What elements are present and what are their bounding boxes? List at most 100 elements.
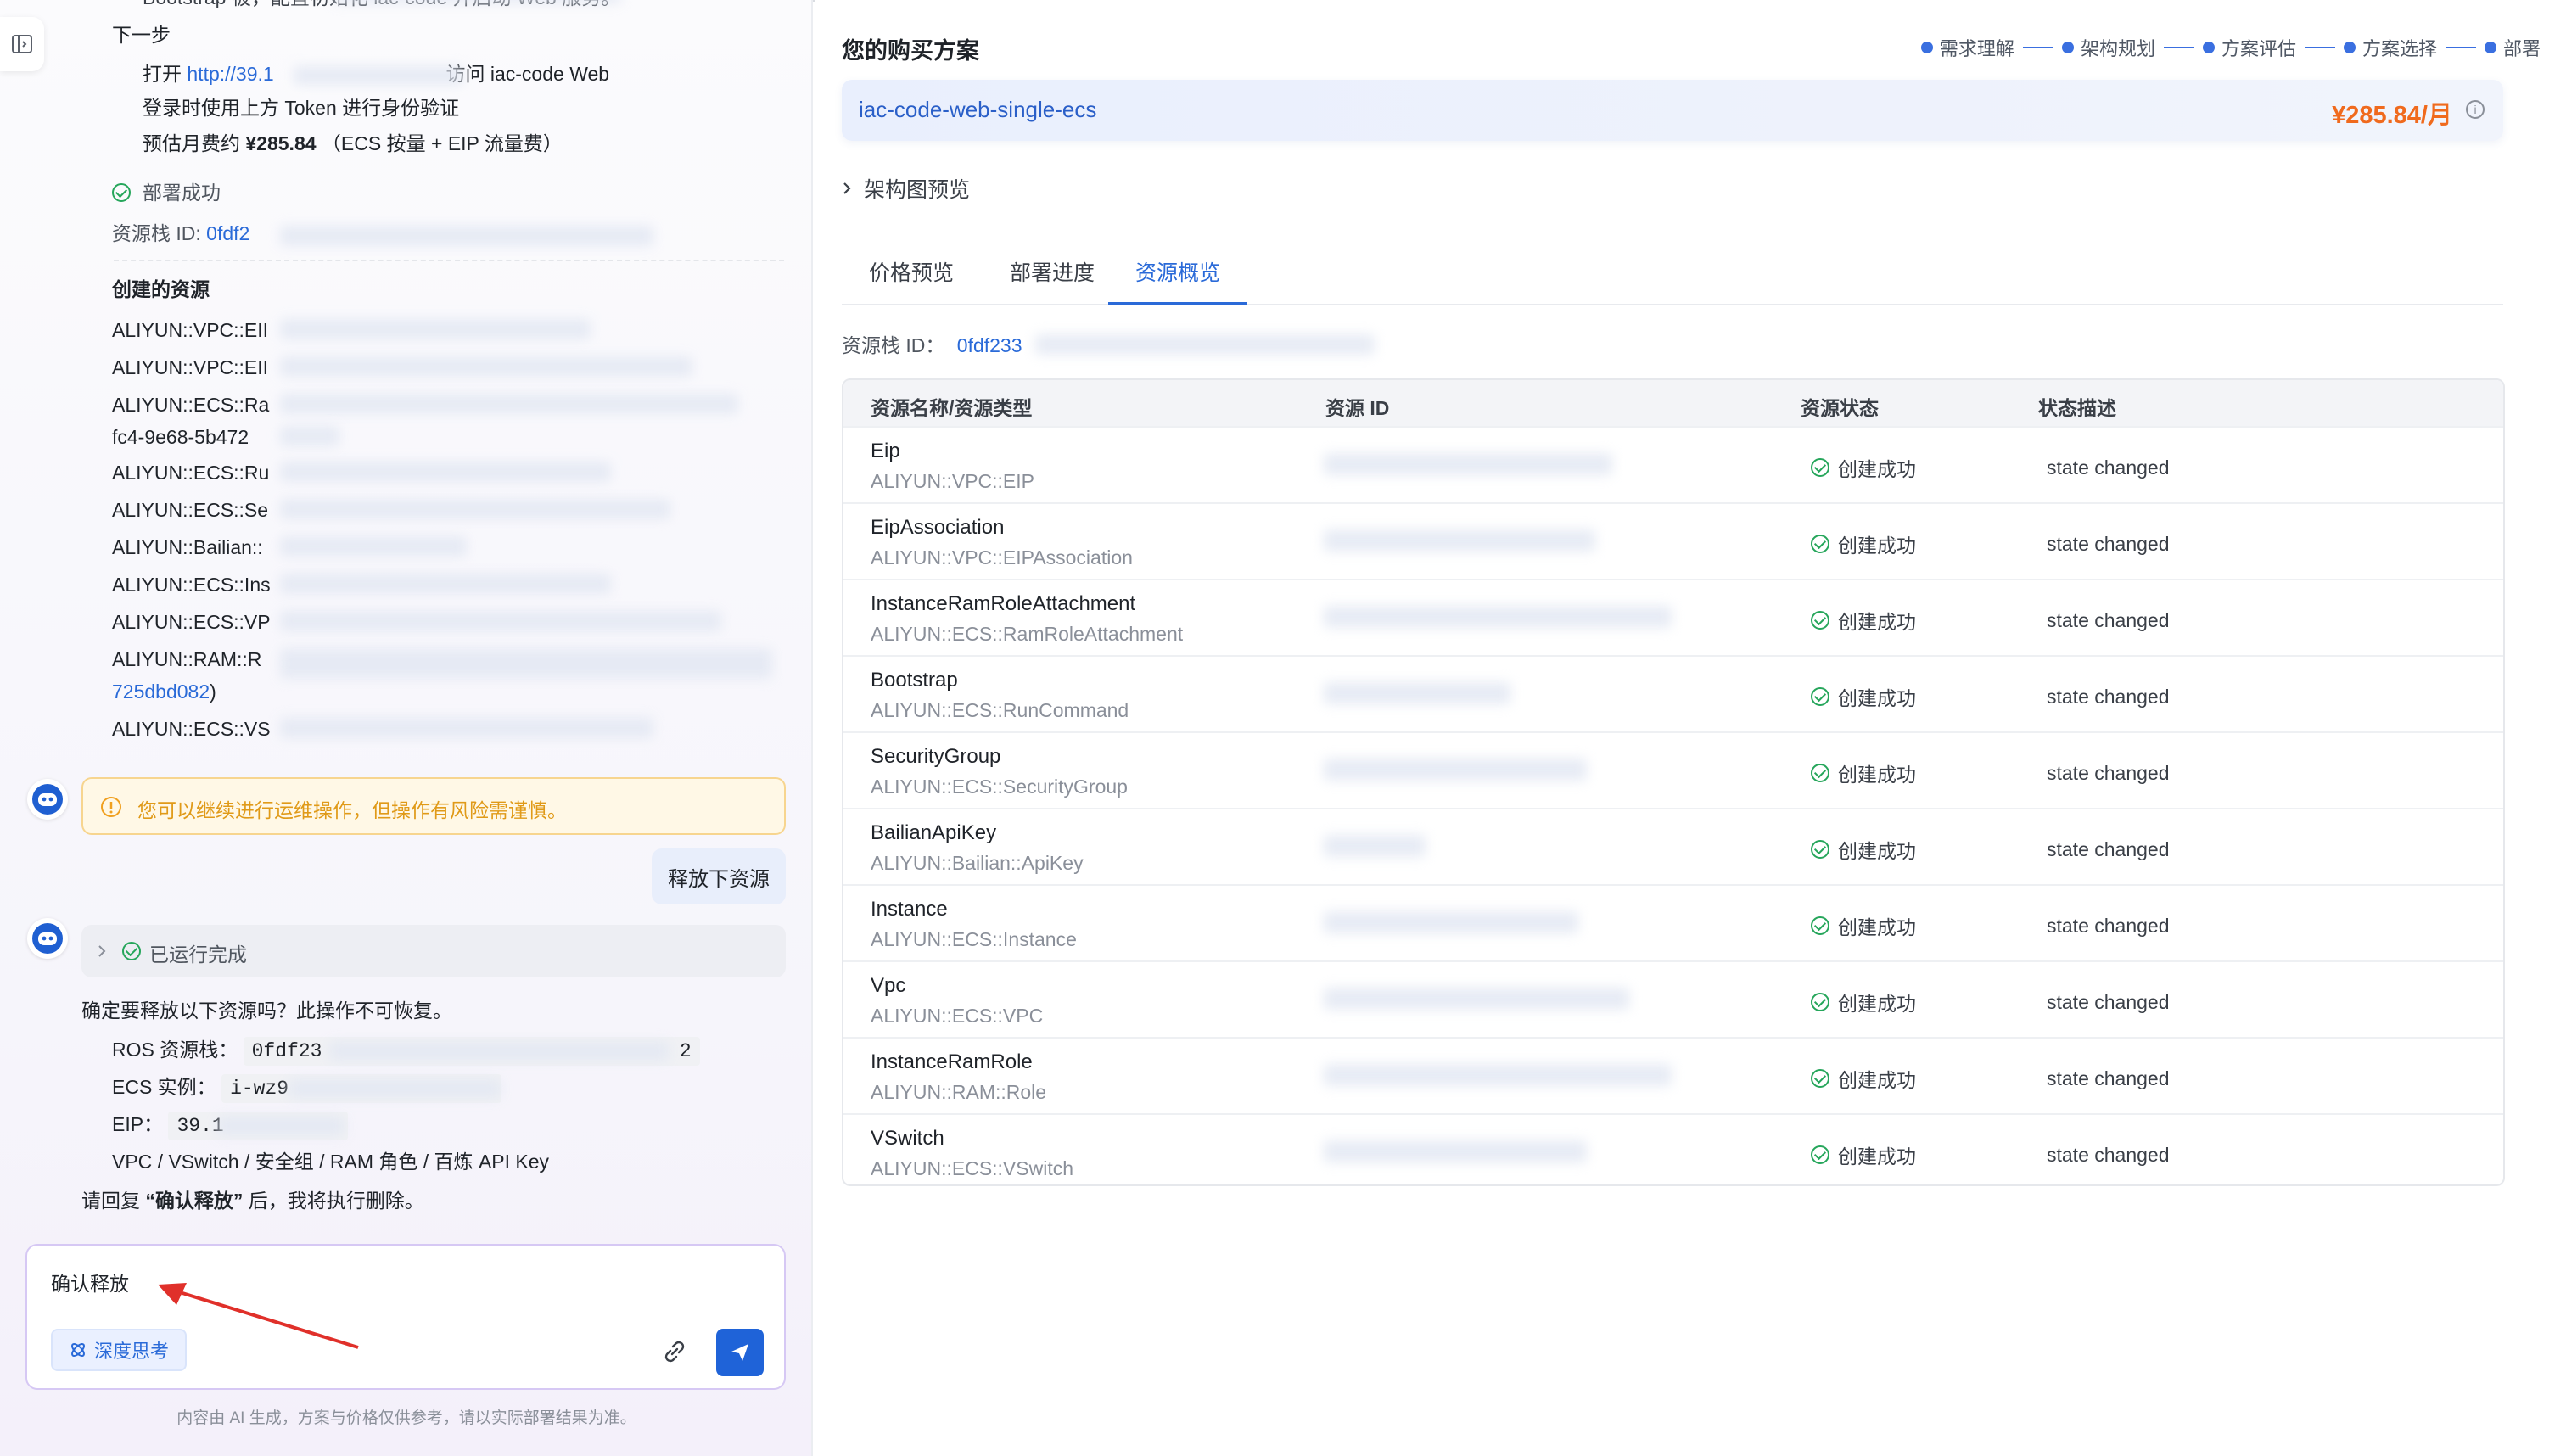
resource-table: 资源名称/资源类型 资源 ID 资源状态 状态描述 Eip ALIYUN::VPC… <box>842 378 2505 1186</box>
resource-item: ALIYUN::Bailian:: <box>112 536 263 558</box>
table-row: SecurityGroup ALIYUN::ECS::SecurityGroup 创… <box>843 731 2503 808</box>
open-prefix: 打开 <box>143 63 182 85</box>
resource-status-text: 创建成功 <box>1838 535 1916 557</box>
architecture-preview-toggle[interactable]: 架构图预览 <box>842 173 970 204</box>
plan-card[interactable]: iac-code-web-single-ecs ¥285.84/月 i <box>842 80 2503 141</box>
table-row: Bootstrap ALIYUN::ECS::RunCommand 创建成功 stat… <box>843 655 2503 731</box>
table-row: InstanceRamRoleAttachmentALIYUN::ECS::Ra… <box>843 579 2503 655</box>
success-icon <box>1811 611 1829 630</box>
resource-item: ALIYUN::ECS::VP <box>112 611 271 633</box>
chat-panel: Bootstrap 被，配置初始化 iac-code 并启动 Web 服务。 下… <box>0 0 813 1456</box>
resource-status-desc: state changed <box>2047 1144 2170 1166</box>
reply-suffix: 后，我将执行删除。 <box>248 1190 424 1212</box>
tab-price-preview[interactable]: 价格预览 <box>869 256 954 302</box>
resource-status: 创建成功 <box>1811 988 1916 1016</box>
resource-item: ALIYUN::ECS::Se <box>112 499 269 521</box>
redacted-ros <box>329 1042 669 1061</box>
step-connector <box>2163 47 2194 48</box>
resource-status-desc: state changed <box>2047 686 2170 708</box>
resource-type: ALIYUN::ECS::SecurityGroup <box>871 776 1128 798</box>
step-label: 方案选择 <box>2362 38 2437 59</box>
redacted-resource <box>280 356 692 377</box>
step-dot <box>2061 42 2074 53</box>
reply-instruction: 请回复 “确认释放” 后，我将执行删除。 <box>81 1188 424 1213</box>
resource-status-desc: state changed <box>2047 991 2170 1013</box>
token-line: 登录时使用上方 Token 进行身份验证 <box>143 97 460 119</box>
resource-type: ALIYUN::ECS::Instance <box>871 928 1077 950</box>
success-icon <box>1811 535 1829 553</box>
user-message-bubble: 释放下资源 <box>652 848 786 904</box>
info-icon[interactable]: i <box>2466 100 2485 119</box>
resource-item: ALIYUN::RAM::R <box>112 648 262 670</box>
send-icon <box>731 1344 748 1361</box>
resource-status: 创建成功 <box>1811 1140 1916 1169</box>
stack-id-value[interactable]: 0fdf233 <box>957 334 1022 356</box>
resource-item: ALIYUN::ECS::Ru <box>112 462 270 484</box>
redacted-resource <box>280 462 611 482</box>
resource-name: SecurityGroup <box>871 745 1001 768</box>
resource-status: 创建成功 <box>1811 682 1916 711</box>
resource-type: ALIYUN::ECS::RamRoleAttachment <box>871 623 1184 645</box>
plan-panel: 您的购买方案 需求理解 架构规划 方案评估 方案选择 部署 iac-code-w… <box>815 0 2566 1456</box>
resource-type: ALIYUN::Bailian::ApiKey <box>871 852 1084 874</box>
plan-price: ¥285.84/月 <box>2332 102 2452 129</box>
table-row: BailianApiKey ALIYUN::Bailian::ApiKey 创建成功… <box>843 808 2503 884</box>
step-dot <box>2343 42 2356 53</box>
step-dot <box>2484 42 2496 53</box>
step-item: 部署 <box>2484 34 2541 61</box>
redacted-resource <box>280 499 670 519</box>
redacted-resource-id <box>1324 988 1629 1010</box>
resource-type: ALIYUN::ECS::RunCommand <box>871 699 1129 721</box>
resource-status-text: 创建成功 <box>1838 1069 1916 1091</box>
step-item: 架构规划 <box>2061 34 2155 61</box>
stack-id-line: 资源栈 ID: 0fdf2 <box>112 221 249 246</box>
chat-input-box[interactable]: 确认释放 深度思考 <box>25 1244 786 1390</box>
footer-disclaimer: 内容由 AI 生成，方案与价格仅供参考，请以实际部署结果为准。 <box>176 1409 636 1427</box>
step-label: 需求理解 <box>1939 38 2014 59</box>
send-button[interactable] <box>716 1329 764 1376</box>
resource-name: EipAssociation <box>871 516 1005 539</box>
column-header-id: 资源 ID <box>1325 397 1390 419</box>
resource-status-text: 创建成功 <box>1838 458 1916 480</box>
app-root: Bootstrap 被，配置初始化 iac-code 并启动 Web 服务。 下… <box>0 0 2566 1456</box>
success-icon <box>1811 1145 1829 1164</box>
success-icon <box>1811 993 1829 1011</box>
resource-status-desc: state changed <box>2047 609 2170 631</box>
table-header: 资源名称/资源类型 资源 ID 资源状态 状态描述 <box>843 380 2503 426</box>
robot-icon <box>32 784 63 815</box>
redacted-resource <box>280 426 339 446</box>
step-label: 方案评估 <box>2221 38 2296 59</box>
column-header-status: 资源状态 <box>1801 397 1879 419</box>
run-status-collapse[interactable]: 已运行完成 <box>81 925 786 977</box>
redacted-resource-id <box>1324 911 1578 933</box>
bot-avatar <box>27 779 68 820</box>
resource-name: InstanceRamRoleAttachment <box>871 592 1136 615</box>
stack-id-value[interactable]: 0fdf2 <box>206 222 249 244</box>
resource-type: ALIYUN::ECS::VPC <box>871 1005 1044 1027</box>
redacted-resource <box>280 611 721 631</box>
resource-item-link-text: 725dbd082 <box>112 680 210 703</box>
success-icon <box>122 942 141 960</box>
attachment-icon[interactable] <box>660 1337 689 1366</box>
deep-think-label: 深度思考 <box>93 1341 169 1362</box>
step-label: 架构规划 <box>2080 38 2155 59</box>
annotation-arrow <box>158 1283 359 1349</box>
resource-item: ALIYUN::ECS::Ra <box>112 394 270 416</box>
chat-input[interactable]: 确认释放 <box>51 1268 129 1296</box>
architecture-preview-label: 架构图预览 <box>864 178 971 202</box>
resource-status-desc: state changed <box>2047 1067 2170 1089</box>
resource-status-desc: state changed <box>2047 838 2170 860</box>
tab-deploy-progress[interactable]: 部署进度 <box>1010 256 1095 302</box>
resources-title: 创建的资源 <box>112 278 210 300</box>
sidebar-toggle-button[interactable] <box>0 17 44 71</box>
resource-item: ALIYUN::ECS::Ins <box>112 574 271 596</box>
step-dot <box>1920 42 1933 53</box>
deep-think-button[interactable]: 深度思考 <box>51 1329 187 1371</box>
column-header-name: 资源名称/资源类型 <box>871 397 1033 419</box>
resource-item-link[interactable]: 725dbd082) <box>112 679 216 704</box>
open-link[interactable]: http://39.1 <box>187 63 273 85</box>
resource-status: 创建成功 <box>1811 606 1916 635</box>
ros-label: ROS 资源栈： <box>112 1039 238 1061</box>
success-icon <box>1811 840 1829 859</box>
tab-resource-overview[interactable]: 资源概览 <box>1108 256 1248 305</box>
